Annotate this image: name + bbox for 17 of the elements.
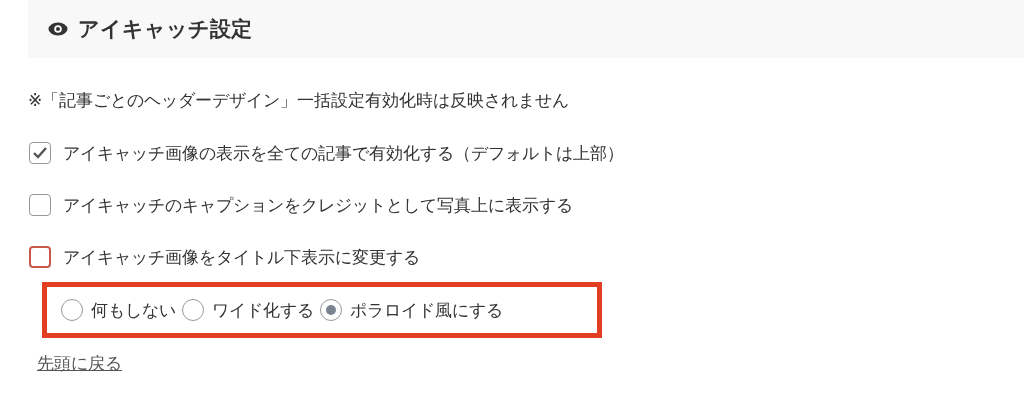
radio-label: ワイド化する: [212, 298, 314, 322]
check-icon: [32, 146, 48, 160]
back-to-top-link[interactable]: 先頭に戻る: [37, 352, 122, 375]
checkbox[interactable]: [29, 246, 51, 268]
radio-button[interactable]: [61, 299, 83, 321]
checkbox[interactable]: [29, 194, 51, 216]
eye-icon: [48, 22, 68, 36]
radio-label: ポラロイド風にする: [350, 298, 503, 322]
note-text: ※「記事ごとのヘッダーデザイン」一括設定有効化時は反映されません: [28, 89, 571, 112]
checkbox-label: アイキャッチ画像の表示を全ての記事で有効化する（デフォルトは上部）: [63, 141, 624, 165]
section-title: アイキャッチ設定: [78, 16, 252, 43]
checkbox[interactable]: [29, 142, 51, 164]
radio-button[interactable]: [182, 299, 204, 321]
radio-button[interactable]: [320, 299, 342, 321]
radio-label: 何もしない: [91, 298, 176, 322]
checkbox-label: アイキャッチ画像をタイトル下表示に変更する: [63, 245, 420, 269]
checkbox-label: アイキャッチのキャプションをクレジットとして写真上に表示する: [63, 193, 573, 217]
